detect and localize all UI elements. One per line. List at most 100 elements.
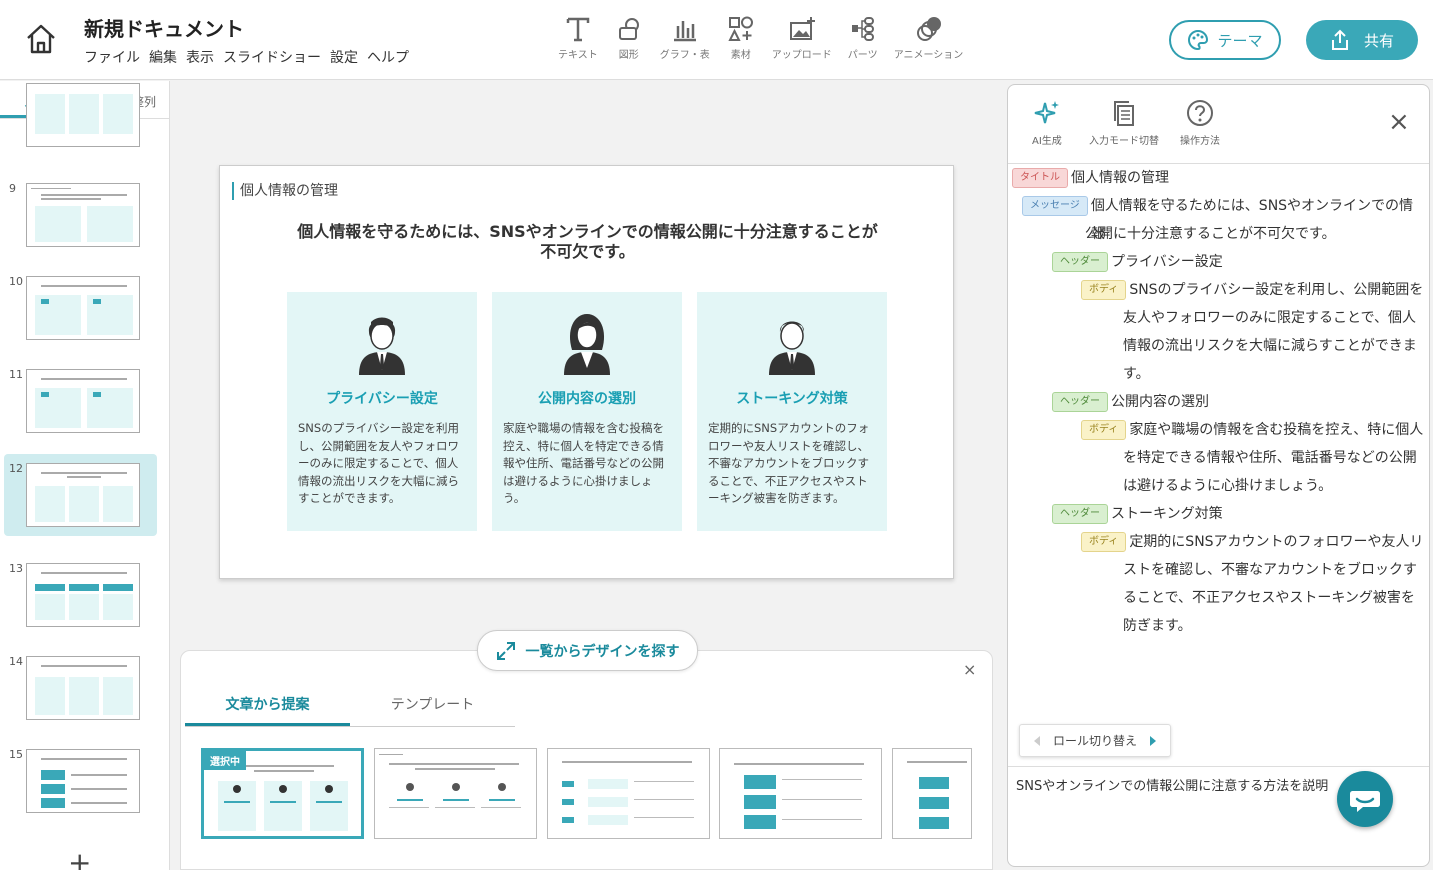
outline-body-row: ることで、不正アクセスやストーキング被害を bbox=[1123, 584, 1415, 612]
panel-close-button[interactable]: × bbox=[1388, 107, 1410, 137]
theme-button[interactable]: テーマ bbox=[1169, 20, 1281, 60]
ai-generate-button[interactable]: AI生成 bbox=[1032, 99, 1062, 147]
design-candidate-5[interactable] bbox=[892, 748, 972, 839]
design-candidate-3[interactable] bbox=[547, 748, 710, 839]
outline-body-line[interactable]: を特定できる情報や住所、電話番号などの公開 bbox=[1123, 444, 1417, 472]
outline-title[interactable]: 個人情報の管理 bbox=[1071, 164, 1169, 192]
slide-thumb-15[interactable]: 15 bbox=[4, 740, 157, 822]
assets-icon bbox=[728, 16, 753, 41]
slide-title[interactable]: 個人情報の管理 bbox=[232, 182, 338, 200]
tool-parts[interactable]: パーツ bbox=[848, 14, 878, 61]
menu-settings[interactable]: 設定 bbox=[330, 47, 358, 67]
design-preview bbox=[907, 761, 967, 829]
design-candidate-2[interactable] bbox=[374, 748, 537, 839]
tool-assets[interactable]: 素材 bbox=[726, 14, 756, 61]
outline-body-row: ボディ 定期的にSNSアカウントのフォロワーや友人リ bbox=[1081, 528, 1424, 556]
slide-thumb-13[interactable]: 13 bbox=[4, 554, 157, 636]
outline-body-line[interactable]: 家庭や職場の情報を含む投稿を控え、特に個人 bbox=[1129, 416, 1423, 444]
ai-generate-label: AI生成 bbox=[1032, 136, 1062, 147]
menu-edit[interactable]: 編集 bbox=[149, 47, 177, 67]
design-candidate-1[interactable]: 選択中 bbox=[201, 748, 364, 839]
slide-thumb-14[interactable]: 14 bbox=[4, 647, 157, 729]
outline-body-line[interactable]: 防ぎます。 bbox=[1123, 612, 1192, 640]
tool-text[interactable]: テキスト bbox=[558, 14, 598, 61]
slide-thumb-preview bbox=[26, 369, 140, 433]
menu-view[interactable]: 表示 bbox=[186, 47, 214, 67]
find-design-button[interactable]: 一覧からデザインを探す bbox=[477, 630, 698, 671]
tool-animation[interactable]: アニメーション bbox=[894, 14, 963, 61]
tool-chart[interactable]: グラフ・表 bbox=[660, 14, 710, 61]
slide-number: 15 bbox=[9, 748, 23, 761]
tool-upload[interactable]: アップロード bbox=[772, 14, 832, 61]
outline-body-line[interactable]: ることで、不正アクセスやストーキング被害を bbox=[1123, 584, 1415, 612]
share-icon bbox=[1331, 29, 1348, 50]
share-button[interactable]: 共有 bbox=[1306, 20, 1418, 60]
card-body: 定期的にSNSアカウントのフォロワーや友人リストを確認し、不審なアカウントをブロ… bbox=[708, 421, 870, 505]
outline-header[interactable]: ストーキング対策 bbox=[1111, 500, 1223, 528]
triangle-right-icon bbox=[1150, 735, 1156, 746]
slide-number: 14 bbox=[9, 655, 23, 668]
outline-body-line[interactable]: す。 bbox=[1123, 360, 1150, 388]
outline-message-line[interactable]: 公開に十分注意することが不可欠です。 bbox=[1085, 220, 1336, 248]
outline-body-row: ボディ SNSのプライバシー設定を利用し、公開範囲を bbox=[1081, 276, 1423, 304]
tab-template[interactable]: テンプレート bbox=[350, 690, 515, 726]
slide-thumb-11[interactable]: 11 bbox=[4, 360, 157, 442]
outline-header[interactable]: 公開内容の選別 bbox=[1111, 388, 1209, 416]
woman-avatar-icon bbox=[564, 314, 610, 375]
title-tag: タイトル bbox=[1012, 168, 1068, 188]
slide-number: 12 bbox=[9, 462, 23, 475]
outline-message-row: 公開に十分注意することが不可欠です。 bbox=[1085, 220, 1336, 248]
slide-thumb-12[interactable]: 12 bbox=[4, 454, 157, 536]
slide-thumb-10[interactable]: 10 bbox=[4, 267, 157, 349]
design-close-button[interactable]: × bbox=[963, 660, 976, 679]
design-candidate-4[interactable] bbox=[719, 748, 882, 839]
outline-body-line[interactable]: SNSのプライバシー設定を利用し、公開範囲を bbox=[1129, 276, 1423, 304]
outline-body-row: 防ぎます。 bbox=[1123, 612, 1192, 640]
card-content[interactable]: 公開内容の選別 家庭や職場の情報を含む投稿を控え、特に個人を特定できる情報や住所… bbox=[492, 292, 682, 531]
add-slide-button[interactable]: + bbox=[68, 846, 91, 870]
upload-image-icon bbox=[789, 17, 815, 40]
document-title[interactable]: 新規ドキュメント bbox=[84, 13, 244, 42]
tool-parts-label: パーツ bbox=[847, 50, 878, 61]
card-heading: 公開内容の選別 bbox=[538, 391, 636, 407]
outline-body-line[interactable]: は避けるように心掛けましょう。 bbox=[1123, 472, 1332, 500]
outline-body-line[interactable]: 情報の流出リスクを大幅に減らすことができま bbox=[1123, 332, 1417, 360]
outline-header[interactable]: プライバシー設定 bbox=[1111, 248, 1223, 276]
menu-slideshow[interactable]: スライドショー bbox=[223, 47, 321, 67]
text-icon bbox=[566, 17, 590, 42]
slide-thumb-9[interactable]: 9 bbox=[4, 174, 157, 256]
help-button[interactable]: 操作方法 bbox=[1180, 99, 1220, 147]
slide-thumb-8[interactable] bbox=[4, 81, 157, 156]
outline-body-row: ストを確認し、不審なアカウントをブロックす bbox=[1123, 556, 1417, 584]
tab-suggest-from-text[interactable]: 文章から提案 bbox=[185, 690, 350, 726]
help-icon bbox=[1187, 100, 1213, 126]
menu-file[interactable]: ファイル bbox=[84, 47, 140, 67]
header-tag: ヘッダー bbox=[1052, 504, 1108, 524]
card-stalking[interactable]: ストーキング対策 定期的にSNSアカウントのフォロワーや友人リストを確認し、不審… bbox=[697, 292, 887, 531]
slide-thumb-preview bbox=[26, 563, 140, 627]
outline-header-row: ヘッダー ストーキング対策 bbox=[1052, 500, 1223, 528]
outline-body-line[interactable]: 友人やフォロワーのみに限定することで、個人 bbox=[1123, 304, 1416, 332]
slide-canvas[interactable]: 個人情報の管理 個人情報を守るためには、SNSやオンラインでの情報公開に十分注意… bbox=[219, 165, 954, 579]
slide-number: 11 bbox=[9, 368, 23, 381]
shapes-icon bbox=[618, 18, 639, 40]
chat-support-button[interactable] bbox=[1337, 771, 1393, 827]
design-preview bbox=[562, 761, 694, 825]
tool-shapes[interactable]: 図形 bbox=[614, 14, 644, 61]
outline-body-row: を特定できる情報や住所、電話番号などの公開 bbox=[1123, 444, 1417, 472]
palette-icon bbox=[1188, 29, 1209, 51]
outline-body-row: 情報の流出リスクを大幅に減らすことができま bbox=[1123, 332, 1417, 360]
tool-chart-label: グラフ・表 bbox=[659, 50, 710, 61]
outline-body-line[interactable]: ストを確認し、不審なアカウントをブロックす bbox=[1123, 556, 1417, 584]
outline-body-line[interactable]: 定期的にSNSアカウントのフォロワーや友人リ bbox=[1129, 528, 1423, 556]
card-privacy[interactable]: プライバシー設定 SNSのプライバシー設定を利用し、公開範囲を友人やフォロワーの… bbox=[287, 292, 477, 531]
menu-help[interactable]: ヘルプ bbox=[367, 47, 409, 67]
find-design-label: 一覧からデザインを探す bbox=[525, 643, 680, 660]
slide-number: 9 bbox=[9, 182, 16, 195]
outline-body-row: は避けるように心掛けましょう。 bbox=[1123, 472, 1332, 500]
role-switch-button[interactable]: ロール切り替え bbox=[1019, 724, 1171, 757]
input-mode-button[interactable]: 入力モード切替 bbox=[1089, 99, 1159, 147]
slide-message[interactable]: 個人情報を守るためには、SNSやオンラインでの情報公開に十分注意することが不可欠… bbox=[290, 222, 885, 262]
home-icon[interactable] bbox=[24, 22, 58, 56]
input-mode-label: 入力モード切替 bbox=[1089, 136, 1159, 147]
